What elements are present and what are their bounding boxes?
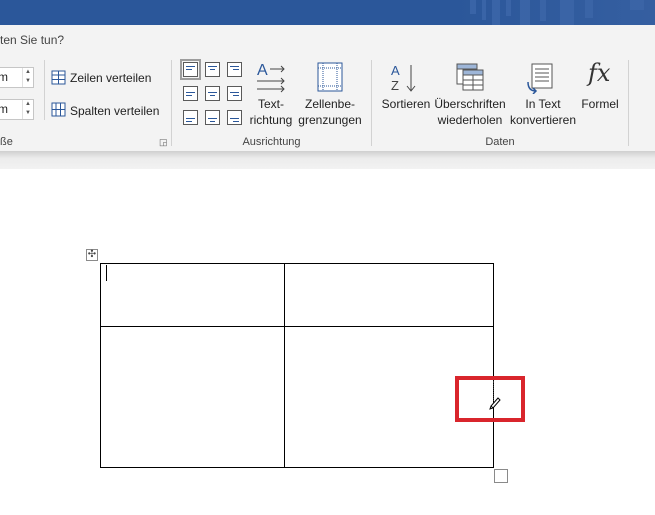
align-bottom-left-button[interactable] bbox=[183, 110, 198, 125]
align-center-button[interactable] bbox=[205, 86, 220, 101]
sort-button[interactable]: Sortieren bbox=[380, 96, 432, 112]
cell-margins-icon[interactable] bbox=[317, 62, 343, 92]
text-direction-label-2[interactable]: richtung bbox=[248, 112, 294, 128]
data-group-label: Daten bbox=[485, 136, 515, 148]
align-top-center-button[interactable] bbox=[205, 62, 220, 77]
title-bar bbox=[0, 0, 655, 25]
table-row bbox=[100, 326, 494, 468]
text-direction-icon[interactable]: A bbox=[256, 61, 288, 95]
title-bar-fade bbox=[455, 0, 655, 25]
tell-me-text[interactable]: ten Sie tun? bbox=[0, 33, 64, 47]
ribbon-shadow bbox=[0, 151, 655, 169]
text-direction-glyph: A bbox=[257, 62, 268, 79]
divider bbox=[171, 60, 172, 146]
sort-glyph-a: A bbox=[391, 63, 400, 78]
row-height-spinner[interactable]: m ▲ ▼ bbox=[0, 67, 34, 88]
convert-to-text-icon[interactable] bbox=[526, 62, 556, 94]
column-width-value[interactable]: m bbox=[0, 102, 8, 116]
spinner-arrows[interactable]: ▲ ▼ bbox=[22, 100, 33, 119]
distribute-rows-icon[interactable] bbox=[51, 70, 66, 85]
cell-margins-button[interactable]: Zellenbe- grenzungen bbox=[297, 96, 363, 128]
divider bbox=[44, 60, 45, 120]
align-bottom-right-button[interactable] bbox=[227, 110, 242, 125]
align-top-right-button[interactable] bbox=[227, 62, 242, 77]
distribute-columns-button[interactable]: Spalten verteilen bbox=[70, 104, 159, 118]
repeat-header-rows-button[interactable]: Überschriften wiederholen bbox=[432, 96, 508, 128]
tell-me-bar[interactable]: ten Sie tun? bbox=[0, 25, 655, 57]
table-row bbox=[100, 263, 494, 327]
convert-label-2[interactable]: konvertieren bbox=[509, 112, 577, 128]
column-width-spinner[interactable]: m ▲ ▼ bbox=[0, 99, 34, 120]
row-height-value[interactable]: m bbox=[0, 70, 8, 84]
table-cell[interactable] bbox=[284, 263, 494, 327]
divider bbox=[371, 60, 372, 146]
divider bbox=[628, 60, 629, 146]
table-move-handle-icon[interactable]: ✣ bbox=[86, 249, 98, 261]
text-direction-button[interactable]: Text- richtung bbox=[248, 96, 294, 128]
spinner-arrows[interactable]: ▲ ▼ bbox=[22, 68, 33, 87]
convert-label-1[interactable]: In Text bbox=[509, 96, 577, 112]
distribute-columns-icon[interactable] bbox=[51, 102, 66, 117]
formula-button[interactable]: Formel bbox=[578, 96, 622, 112]
distribute-rows-button[interactable]: Zeilen verteilen bbox=[70, 71, 151, 85]
cell-size-group-label: ße bbox=[0, 136, 13, 148]
convert-to-text-button[interactable]: In Text konvertieren bbox=[509, 96, 577, 128]
align-top-left-button[interactable] bbox=[180, 59, 201, 80]
ribbon: m ▲ ▼ m ▲ ▼ Zeilen verteilen Spalten verte… bbox=[0, 57, 655, 151]
dialog-launcher-icon[interactable]: ◲ bbox=[159, 137, 168, 148]
table-cell[interactable] bbox=[100, 326, 285, 468]
sort-glyph-z: Z bbox=[391, 78, 399, 93]
align-bottom-center-button[interactable] bbox=[205, 110, 220, 125]
text-direction-label-1[interactable]: Text- bbox=[248, 96, 294, 112]
alignment-group-label: Ausrichtung bbox=[242, 136, 301, 148]
repeat-header-rows-icon[interactable] bbox=[455, 62, 485, 92]
table-cell[interactable] bbox=[100, 263, 285, 327]
formula-icon[interactable]: fx bbox=[588, 59, 610, 87]
align-center-left-button[interactable] bbox=[183, 86, 198, 101]
document-table[interactable] bbox=[100, 263, 494, 468]
text-cursor bbox=[106, 265, 107, 281]
align-center-right-button[interactable] bbox=[227, 86, 242, 101]
cell-margins-label-1[interactable]: Zellenbe- bbox=[297, 96, 363, 112]
repeat-headers-label-2[interactable]: wiederholen bbox=[432, 112, 508, 128]
repeat-headers-label-1[interactable]: Überschriften bbox=[432, 96, 508, 112]
cell-margins-label-2[interactable]: grenzungen bbox=[297, 112, 363, 128]
highlight-box bbox=[455, 376, 525, 422]
table-resize-handle[interactable] bbox=[494, 469, 508, 483]
sort-icon[interactable]: A Z bbox=[389, 62, 421, 94]
